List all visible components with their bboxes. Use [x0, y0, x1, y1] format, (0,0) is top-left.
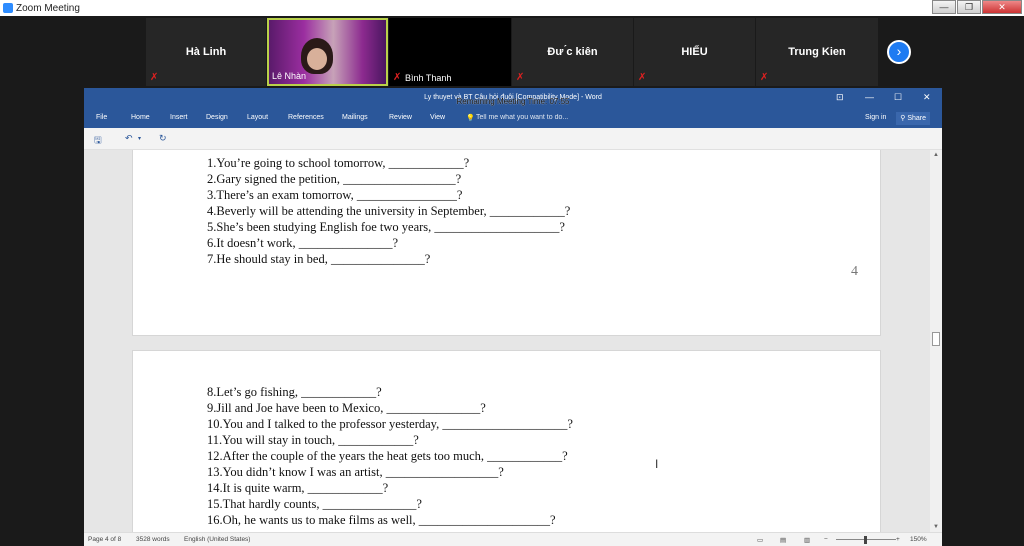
- zoom-titlebar: Zoom Meeting — ❐ ✕: [0, 0, 1024, 16]
- exercise-line[interactable]: 7.He should stay in bed, _______________…: [207, 252, 430, 267]
- word-titlebar: Ly thuyet và BT Câu hỏi đuôi [Compatibil…: [84, 88, 942, 108]
- muted-mic-icon: ✗: [760, 72, 769, 83]
- minimize-button[interactable]: —: [932, 0, 956, 14]
- web-layout-icon[interactable]: ▥: [804, 536, 810, 544]
- participant-gallery: Hà Linh ✗ Lê Nhàn ✗ Bình Thanh Đư ́c kiê…: [0, 16, 1024, 88]
- word-close-button[interactable]: ✕: [923, 92, 931, 103]
- exercise-line[interactable]: 14.It is quite warm, ____________?: [207, 481, 388, 496]
- tab-review[interactable]: Review: [389, 114, 412, 121]
- participant-name: HIẾU: [681, 46, 708, 58]
- lightbulb-icon: 💡: [466, 115, 475, 122]
- read-mode-icon[interactable]: ▭: [757, 536, 763, 544]
- vertical-scrollbar[interactable]: ▲ ▼: [930, 150, 942, 532]
- page-number: 4: [851, 264, 858, 279]
- muted-mic-icon: ✗: [516, 72, 525, 83]
- save-icon[interactable]: 🖫: [94, 133, 102, 149]
- tab-insert[interactable]: Insert: [170, 114, 188, 121]
- restore-button[interactable]: ❐: [957, 0, 981, 14]
- exercise-line[interactable]: 13.You didn’t know I was an artist, ____…: [207, 465, 504, 480]
- window-controls: — ❐ ✕: [931, 0, 1022, 14]
- scroll-thumb[interactable]: [932, 332, 940, 346]
- zoom-level[interactable]: 150%: [910, 536, 927, 543]
- exercise-line[interactable]: 8.Let’s go fishing, ____________?: [207, 385, 382, 400]
- participant-tile[interactable]: ✗ Bình Thanh: [389, 18, 511, 86]
- tab-references[interactable]: References: [288, 114, 324, 121]
- muted-mic-icon: ✗: [150, 72, 159, 83]
- next-page-button[interactable]: ›: [887, 40, 911, 64]
- word-count[interactable]: 3528 words: [136, 536, 170, 543]
- scroll-up-icon[interactable]: ▲: [933, 152, 939, 158]
- participant-name: Hà Linh: [185, 46, 227, 58]
- exercise-line[interactable]: 3.There’s an exam tomorrow, ____________…: [207, 188, 462, 203]
- participant-tile[interactable]: Đư ́c kiên ✗: [512, 18, 633, 86]
- share-button[interactable]: ⚲ Share: [896, 112, 930, 125]
- exercise-line[interactable]: 10.You and I talked to the professor yes…: [207, 417, 573, 432]
- zoom-out-button[interactable]: −: [824, 536, 828, 543]
- participant-name: Trung Kien: [788, 46, 846, 58]
- redo-icon[interactable]: ↻: [159, 133, 167, 144]
- status-bar: Page 4 of 8 3528 words English (United S…: [84, 532, 942, 546]
- participant-name: Bình Thanh: [405, 73, 452, 83]
- exercise-line[interactable]: 2.Gary signed the petition, ____________…: [207, 172, 461, 187]
- zoom-window-title: Zoom Meeting: [16, 2, 80, 14]
- ribbon-tabs: File Home Insert Design Layout Reference…: [84, 108, 942, 128]
- participant-tile[interactable]: HIẾU ✗: [634, 18, 755, 86]
- word-minimize-button[interactable]: —: [865, 92, 874, 102]
- exercise-line[interactable]: 11.You will stay in touch, ____________?: [207, 433, 419, 448]
- muted-mic-icon: ✗: [638, 72, 647, 83]
- ribbon-display-options-icon[interactable]: ⊡: [836, 92, 844, 103]
- share-label: Share: [907, 115, 926, 122]
- exercise-line[interactable]: 6.It doesn’t work, _______________?: [207, 236, 398, 251]
- muted-mic-icon: ✗: [393, 72, 402, 83]
- language-indicator[interactable]: English (United States): [184, 536, 250, 543]
- document-canvas[interactable]: 1.You’re going to school tomorrow, _____…: [84, 150, 942, 532]
- undo-icon[interactable]: ↶: [125, 133, 133, 144]
- remaining-meeting-time: Remaining Meeting Time: 07:55: [456, 97, 570, 106]
- tab-design[interactable]: Design: [206, 114, 228, 121]
- exercise-line[interactable]: 12.After the couple of the years the hea…: [207, 449, 568, 464]
- text-cursor-icon: I: [655, 457, 659, 471]
- close-button[interactable]: ✕: [982, 0, 1022, 14]
- exercise-line[interactable]: 15.That hardly counts, _______________?: [207, 497, 422, 512]
- page-count[interactable]: Page 4 of 8: [88, 536, 121, 543]
- participant-tile[interactable]: Trung Kien ✗: [756, 18, 878, 86]
- participant-name: Lê Nhàn: [272, 71, 307, 81]
- sign-in-link[interactable]: Sign in: [865, 114, 886, 121]
- undo-dropdown-icon[interactable]: ▾: [138, 135, 141, 142]
- tab-view[interactable]: View: [430, 114, 445, 121]
- word-maximize-button[interactable]: ☐: [894, 92, 902, 103]
- participant-tile[interactable]: Hà Linh ✗: [146, 18, 266, 86]
- print-layout-icon[interactable]: ▤: [780, 536, 786, 544]
- exercise-line[interactable]: 1.You’re going to school tomorrow, _____…: [207, 156, 469, 171]
- scroll-down-icon[interactable]: ▼: [933, 524, 939, 530]
- participant-face: [307, 48, 327, 70]
- page-4: 1.You’re going to school tomorrow, _____…: [132, 150, 881, 336]
- exercise-line[interactable]: 16.Oh, he wants us to make films as well…: [207, 513, 556, 528]
- tab-layout[interactable]: Layout: [247, 114, 268, 121]
- participant-name: Đư ́c kiên: [547, 46, 598, 58]
- tab-file[interactable]: File: [96, 114, 107, 121]
- exercise-line[interactable]: 5.She’s been studying English foe two ye…: [207, 220, 565, 235]
- zoom-in-button[interactable]: +: [896, 536, 900, 543]
- tab-home[interactable]: Home: [131, 114, 150, 121]
- zoom-logo-icon: [3, 3, 13, 13]
- word-window: Ly thuyet và BT Câu hỏi đuôi [Compatibil…: [84, 88, 942, 546]
- exercise-line[interactable]: 9.Jill and Joe have been to Mexico, ____…: [207, 401, 486, 416]
- quick-access-toolbar: 🖫 ↶ ▾ ↻: [84, 128, 942, 150]
- page-5: 8.Let’s go fishing, ____________? 9.Jill…: [132, 350, 881, 532]
- zoom-slider-thumb[interactable]: [864, 536, 867, 544]
- participant-video-tile[interactable]: Lê Nhàn: [267, 18, 388, 86]
- exercise-line[interactable]: 4.Beverly will be attending the universi…: [207, 204, 570, 219]
- tab-mailings[interactable]: Mailings: [342, 114, 368, 121]
- tell-me-search[interactable]: Tell me what you want to do...: [476, 114, 568, 121]
